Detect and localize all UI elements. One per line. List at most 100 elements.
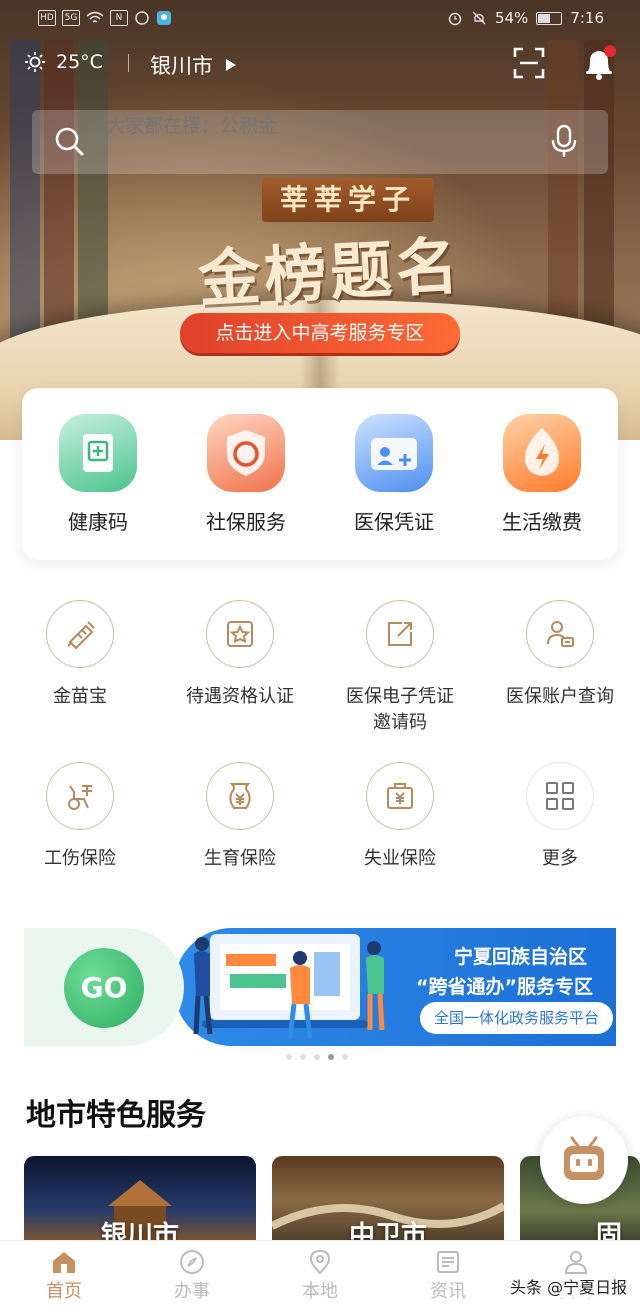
clock: 7:16	[570, 9, 604, 27]
promo-subtitle: “跨省通办”服务专区	[416, 976, 593, 998]
certification-icon	[206, 600, 274, 668]
invite-share-icon	[366, 600, 434, 668]
carousel-dot	[286, 1054, 292, 1060]
city-card-zhongwei[interactable]: 中卫市	[272, 1156, 504, 1246]
city-card-yinchuan[interactable]: 银川市	[24, 1156, 256, 1246]
tab-home[interactable]: 首页	[0, 1247, 128, 1303]
tab-label: 办事	[174, 1281, 210, 1302]
people-illustration	[193, 934, 385, 1039]
banner-subtitle: 莘莘学子	[262, 178, 435, 222]
carousel-dot	[300, 1054, 306, 1060]
service-certification[interactable]: 待遇资格认证	[160, 600, 320, 710]
service-label: 医保电子凭证邀请码	[346, 686, 454, 733]
tab-local[interactable]: 本地	[256, 1247, 384, 1303]
search-bar[interactable]	[32, 110, 608, 174]
tab-label: 本地	[302, 1281, 338, 1302]
quick-service-social-security[interactable]: 社保服务	[176, 414, 316, 535]
service-invite-code[interactable]: 医保电子凭证邀请码	[320, 600, 480, 736]
service-vaccine[interactable]: 金苗宝	[0, 600, 160, 710]
user-icon	[564, 1251, 588, 1274]
location-pin-icon	[309, 1249, 331, 1275]
banner-cta-button[interactable]: 点击进入中高考服务专区	[180, 313, 460, 353]
compass-icon	[180, 1250, 204, 1274]
quick-services-card: 健康码 社保服务 医保凭证 生活缴费	[22, 388, 618, 560]
hd-icon: HD	[38, 10, 56, 26]
quick-service-label: 健康码	[68, 510, 128, 534]
work-injury-icon	[46, 762, 114, 830]
search-icon	[55, 127, 84, 156]
triangle-right-icon	[226, 59, 236, 71]
city-selector[interactable]: 银川市	[150, 50, 237, 80]
microphone-icon[interactable]	[550, 124, 578, 160]
quick-service-label: 社保服务	[206, 510, 286, 534]
service-label: 更多	[542, 848, 578, 869]
section-title: 地市特色服务	[26, 1098, 206, 1133]
quick-service-label: 医保凭证	[354, 510, 434, 534]
wifi-icon	[86, 11, 104, 23]
service-label: 失业保险	[364, 848, 436, 869]
status-icons-left: HD 5G N	[38, 10, 172, 26]
service-unemployment[interactable]: 失业保险	[320, 762, 480, 872]
robot-icon	[564, 1136, 604, 1180]
medical-insurance-card-icon	[355, 414, 433, 492]
carousel-dot	[314, 1054, 320, 1060]
go-button[interactable]: GO	[64, 948, 144, 1028]
quick-service-utility-payment[interactable]: 生活缴费	[472, 414, 612, 535]
scan-icon[interactable]	[512, 46, 546, 80]
search-input[interactable]	[104, 114, 528, 138]
signal-icon: 5G	[62, 10, 80, 26]
account-query-icon	[526, 600, 594, 668]
service-work-injury[interactable]: 工伤保险	[0, 762, 160, 872]
home-icon	[53, 1252, 75, 1273]
quick-service-medical-card[interactable]: 医保凭证	[324, 414, 464, 535]
service-maternity[interactable]: 生育保险	[160, 762, 320, 872]
watermark: 头条 @宁夏日报	[510, 1274, 628, 1298]
sun-icon	[25, 52, 45, 72]
carousel-dots	[286, 1054, 348, 1060]
top-bar: 25°C 银川市	[24, 45, 624, 80]
service-label: 金苗宝	[53, 686, 107, 707]
service-label: 待遇资格认证	[186, 686, 294, 707]
app-notification-icon	[135, 11, 149, 25]
alarm-icon	[448, 12, 462, 26]
vaccine-icon	[46, 600, 114, 668]
quick-service-label: 生活缴费	[502, 510, 582, 534]
service-label: 医保账户查询	[506, 686, 614, 707]
divider	[128, 54, 129, 72]
utility-payment-icon	[503, 414, 581, 492]
bookshelf-decor	[10, 40, 40, 370]
battery-icon	[536, 11, 563, 25]
mute-icon	[472, 11, 486, 25]
unemployment-insurance-icon	[366, 762, 434, 830]
promo-go-panel: GO	[24, 928, 184, 1046]
battery-percent: 54%	[494, 9, 529, 27]
carousel-dot-active	[328, 1054, 334, 1060]
status-bar: HD 5G N 54% 7:16	[0, 0, 640, 38]
assistant-robot-button[interactable]	[540, 1116, 628, 1204]
news-icon	[437, 1251, 459, 1273]
maternity-insurance-icon	[206, 762, 274, 830]
status-icons-right: 54% 7:16	[447, 9, 604, 27]
service-label: 工伤保险	[44, 848, 116, 869]
service-label: 生育保险	[204, 848, 276, 869]
nfc-icon: N	[110, 10, 128, 26]
quick-service-health-code[interactable]: 健康码	[28, 414, 168, 535]
social-security-icon	[207, 414, 285, 492]
tab-label: 资讯	[430, 1281, 466, 1302]
service-account-query[interactable]: 医保账户查询	[480, 600, 640, 710]
city-name: 银川市	[150, 54, 213, 78]
more-grid-icon	[526, 762, 594, 830]
lightbulb-icon	[157, 11, 171, 25]
promo-platform-tag: 全国一体化政务服务平台	[420, 1002, 614, 1034]
service-more[interactable]: 更多	[480, 762, 640, 872]
health-code-icon	[59, 414, 137, 492]
notification-bell-icon[interactable]	[582, 44, 616, 80]
tab-services[interactable]: 办事	[128, 1247, 256, 1303]
weather[interactable]: 25°C	[24, 51, 103, 73]
carousel-dot	[342, 1054, 348, 1060]
promo-banner[interactable]: GO 宁夏回族自治区 “跨省通办”服务专区 全国一体化政务服务平台	[24, 928, 616, 1046]
promo-title: 宁夏回族自治区	[454, 946, 588, 968]
tab-label: 首页	[46, 1281, 82, 1302]
tab-news[interactable]: 资讯	[384, 1247, 512, 1303]
temperature: 25°C	[56, 51, 103, 73]
